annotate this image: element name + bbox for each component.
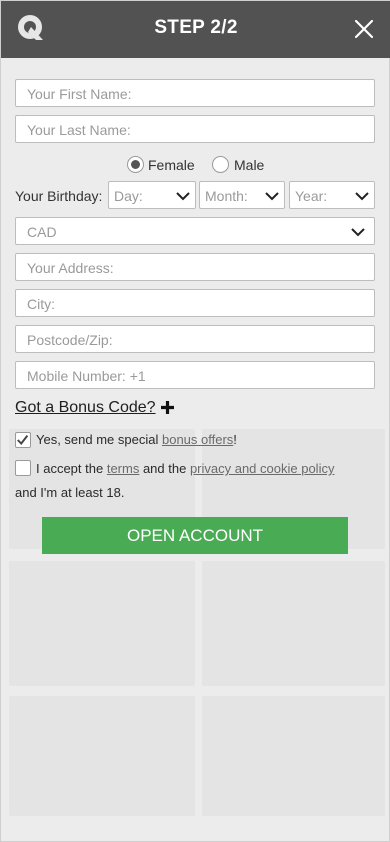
female-label: Female (148, 157, 195, 173)
first-name-field[interactable]: Your First Name: (15, 79, 375, 107)
postcode-field[interactable]: Postcode/Zip: (15, 325, 375, 353)
terms-age-text: and I'm at least 18. (15, 485, 125, 500)
currency-select-value: CAD (27, 224, 57, 240)
terms-text: I accept the terms and the privacy and c… (36, 457, 376, 480)
birthday-label: Your Birthday: (15, 188, 103, 204)
bonus-offers-prefix: Yes, send me special (36, 432, 162, 447)
terms-checkbox[interactable] (15, 460, 31, 476)
chevron-down-icon (355, 192, 369, 201)
gender-group: Female Male (1, 154, 390, 174)
terms-prefix: I accept the (36, 461, 107, 476)
male-label: Male (234, 157, 265, 173)
address-field[interactable]: Your Address: (15, 253, 375, 281)
plus-icon[interactable] (160, 400, 175, 415)
bonus-offers-text: Yes, send me special bonus offers! (36, 428, 237, 451)
last-name-field[interactable]: Your Last Name: (15, 115, 375, 143)
modal-header: STEP 2/2 (1, 1, 390, 58)
background-tile (202, 561, 385, 686)
open-account-button[interactable]: OPEN ACCOUNT (42, 517, 348, 554)
page-title: STEP 2/2 (154, 17, 238, 38)
mobile-number-placeholder: Mobile Number: +1 (27, 368, 146, 384)
city-placeholder: City: (27, 296, 55, 312)
bonus-offers-link[interactable]: bonus offers (162, 432, 233, 447)
city-field[interactable]: City: (15, 289, 375, 317)
terms-middle: and the (139, 461, 190, 476)
year-select-value: Year: (295, 188, 328, 204)
female-radio[interactable] (127, 156, 144, 173)
address-placeholder: Your Address: (27, 260, 114, 276)
terms-link[interactable]: terms (107, 461, 140, 476)
chevron-down-icon (176, 192, 190, 201)
year-select[interactable]: Year: (289, 181, 375, 209)
background-tile (9, 696, 195, 816)
privacy-policy-link[interactable]: privacy and cookie policy (190, 461, 335, 476)
day-select[interactable]: Day: (108, 181, 196, 209)
month-select[interactable]: Month: (199, 181, 285, 209)
checkmark-icon (17, 435, 29, 445)
currency-select[interactable]: CAD (15, 217, 375, 245)
bonus-offers-suffix: ! (233, 432, 237, 447)
registration-modal: STEP 2/2 Your First Name: Your Last Name… (0, 0, 390, 842)
postcode-placeholder: Postcode/Zip: (27, 332, 113, 348)
bonus-offers-checkbox[interactable] (15, 432, 31, 448)
background-tile (9, 561, 195, 686)
bonus-code-link[interactable]: Got a Bonus Code? (15, 399, 156, 417)
male-radio[interactable] (212, 156, 229, 173)
last-name-placeholder: Your Last Name: (27, 122, 131, 138)
first-name-placeholder: Your First Name: (27, 86, 132, 102)
chevron-down-icon (265, 192, 279, 201)
close-icon[interactable] (352, 17, 376, 41)
chevron-down-icon (351, 228, 365, 237)
month-select-value: Month: (205, 188, 248, 204)
mobile-number-field[interactable]: Mobile Number: +1 (15, 361, 375, 389)
background-tile (202, 696, 385, 816)
day-select-value: Day: (114, 188, 143, 204)
